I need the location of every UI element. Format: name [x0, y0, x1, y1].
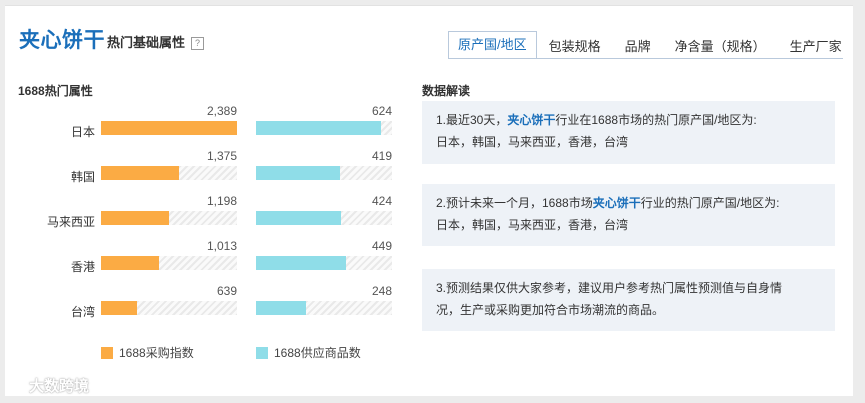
category-label: 香港	[70, 260, 95, 274]
legend-label: 1688采购指数	[119, 346, 194, 360]
category-label: 日本	[70, 125, 95, 139]
legend-label: 1688供应商品数	[274, 346, 361, 360]
supply-value-label: 449	[371, 239, 392, 253]
legend-swatch-blue	[256, 347, 268, 359]
supply-bar-track	[256, 256, 392, 270]
insight-line-2: 况，生产或采购更加符合市场潮流的商品。	[436, 303, 665, 317]
tab-net-content[interactable]: 净含量（规格）	[663, 34, 778, 59]
tab-package[interactable]: 包装规格	[537, 34, 613, 59]
hot-attributes-title: 1688热门属性	[18, 84, 93, 98]
chart-row: 台湾 639 248	[5, 284, 405, 325]
insight-card: 3.预测结果仅供大家参考，建议用户参考热门属性预测值与自身情 况，生产或采购更加…	[422, 269, 835, 331]
watermark: 大数跨境	[8, 375, 89, 396]
tab-brand[interactable]: 品牌	[613, 34, 663, 59]
insight-card: 2.预计未来一个月，1688市场夹心饼干行业的热门原产国/地区为: 日本，韩国，…	[422, 184, 835, 246]
purchase-value-label: 1,013	[206, 239, 237, 253]
supply-bar[interactable]	[256, 121, 381, 135]
purchase-bar-track	[101, 301, 237, 315]
insight-line-2: 日本，韩国，马来西亚，香港，台湾	[436, 218, 629, 232]
supply-bar-track	[256, 121, 392, 135]
purchase-bar[interactable]	[101, 256, 159, 270]
supply-value-label: 424	[371, 194, 392, 208]
category-label: 台湾	[70, 305, 95, 319]
supply-bar[interactable]	[256, 301, 306, 315]
purchase-value-label: 2,389	[206, 104, 237, 118]
supply-bar-track	[256, 166, 392, 180]
purchase-value-label: 639	[216, 284, 237, 298]
insight-text: 2.预计未来一个月，1688市场	[436, 196, 593, 210]
purchase-bar-track	[101, 256, 237, 270]
supply-bar-track	[256, 301, 392, 315]
insight-text: 1.最近30天，	[436, 113, 508, 127]
supply-bar-track	[256, 211, 392, 225]
insight-keyword: 夹心饼干	[592, 196, 641, 210]
supply-value-label: 248	[371, 284, 392, 298]
watermark-logo-icon	[8, 380, 25, 393]
purchase-bar[interactable]	[101, 301, 138, 315]
help-icon[interactable]: ?	[191, 37, 205, 50]
purchase-bar[interactable]	[101, 121, 237, 135]
tab-origin[interactable]: 原产国/地区	[448, 31, 537, 59]
panel: 夹心饼干 热门基础属性? 原产国/地区 包装规格 品牌 净含量（规格） 生产厂家 …	[5, 5, 853, 396]
chart-row: 香港 1,013 449	[5, 239, 405, 280]
insight-line: 2.预计未来一个月，1688市场夹心饼干行业的热门原产国/地区为:	[436, 192, 821, 214]
chart-row: 日本 2,389 624	[5, 104, 405, 145]
tab-underline	[448, 58, 843, 59]
purchase-bar-track	[101, 166, 237, 180]
insight-line-2: 日本，韩国，马来西亚，香港，台湾	[436, 135, 629, 149]
insight-line: 3.预测结果仅供大家参考，建议用户参考热门属性预测值与自身情	[436, 277, 821, 299]
legend-supply[interactable]: 1688供应商品数	[256, 344, 361, 361]
tab-manufacturer[interactable]: 生产厂家	[778, 34, 854, 59]
title-main: 夹心饼干	[19, 29, 105, 52]
interpretation-title: 数据解读	[422, 84, 471, 98]
supply-bar[interactable]	[256, 211, 341, 225]
insight-text: 3.预测结果仅供大家参考，建议用户参考热门属性预测值与自身情	[436, 281, 783, 295]
purchase-bar[interactable]	[101, 211, 170, 225]
insight-line: 1.最近30天，夹心饼干行业在1688市场的热门原产国/地区为:	[436, 109, 821, 131]
insight-card: 1.最近30天，夹心饼干行业在1688市场的热门原产国/地区为: 日本，韩国，马…	[422, 101, 835, 164]
insight-text: 行业的热门原产国/地区为:	[640, 196, 780, 210]
purchase-bar-track	[101, 211, 237, 225]
legend-purchase[interactable]: 1688采购指数	[101, 344, 194, 361]
category-label: 马来西亚	[46, 215, 95, 229]
supply-bar[interactable]	[256, 256, 346, 270]
supply-bar[interactable]	[256, 166, 340, 180]
insight-keyword: 夹心饼干	[507, 113, 556, 127]
purchase-bar[interactable]	[101, 166, 180, 180]
tab-bar: 原产国/地区 包装规格 品牌 净含量（规格） 生产厂家	[448, 31, 854, 59]
page-title: 夹心饼干 热门基础属性?	[19, 24, 205, 54]
purchase-value-label: 1,375	[206, 149, 237, 163]
title-sub: 热门基础属性	[107, 35, 186, 50]
insight-text: 行业在1688市场的热门原产国/地区为:	[555, 113, 757, 127]
purchase-bar-track	[101, 121, 237, 135]
header: 夹心饼干 热门基础属性? 原产国/地区 包装规格 品牌 净含量（规格） 生产厂家	[5, 6, 854, 59]
category-label: 韩国	[70, 170, 95, 184]
supply-value-label: 419	[371, 149, 392, 163]
chart-row: 韩国 1,375 419	[5, 149, 405, 190]
chart-row: 马来西亚 1,198 424	[5, 194, 405, 235]
legend-swatch-orange	[101, 347, 113, 359]
supply-value-label: 624	[371, 104, 392, 118]
watermark-text: 大数跨境	[29, 378, 90, 395]
purchase-value-label: 1,198	[206, 194, 237, 208]
